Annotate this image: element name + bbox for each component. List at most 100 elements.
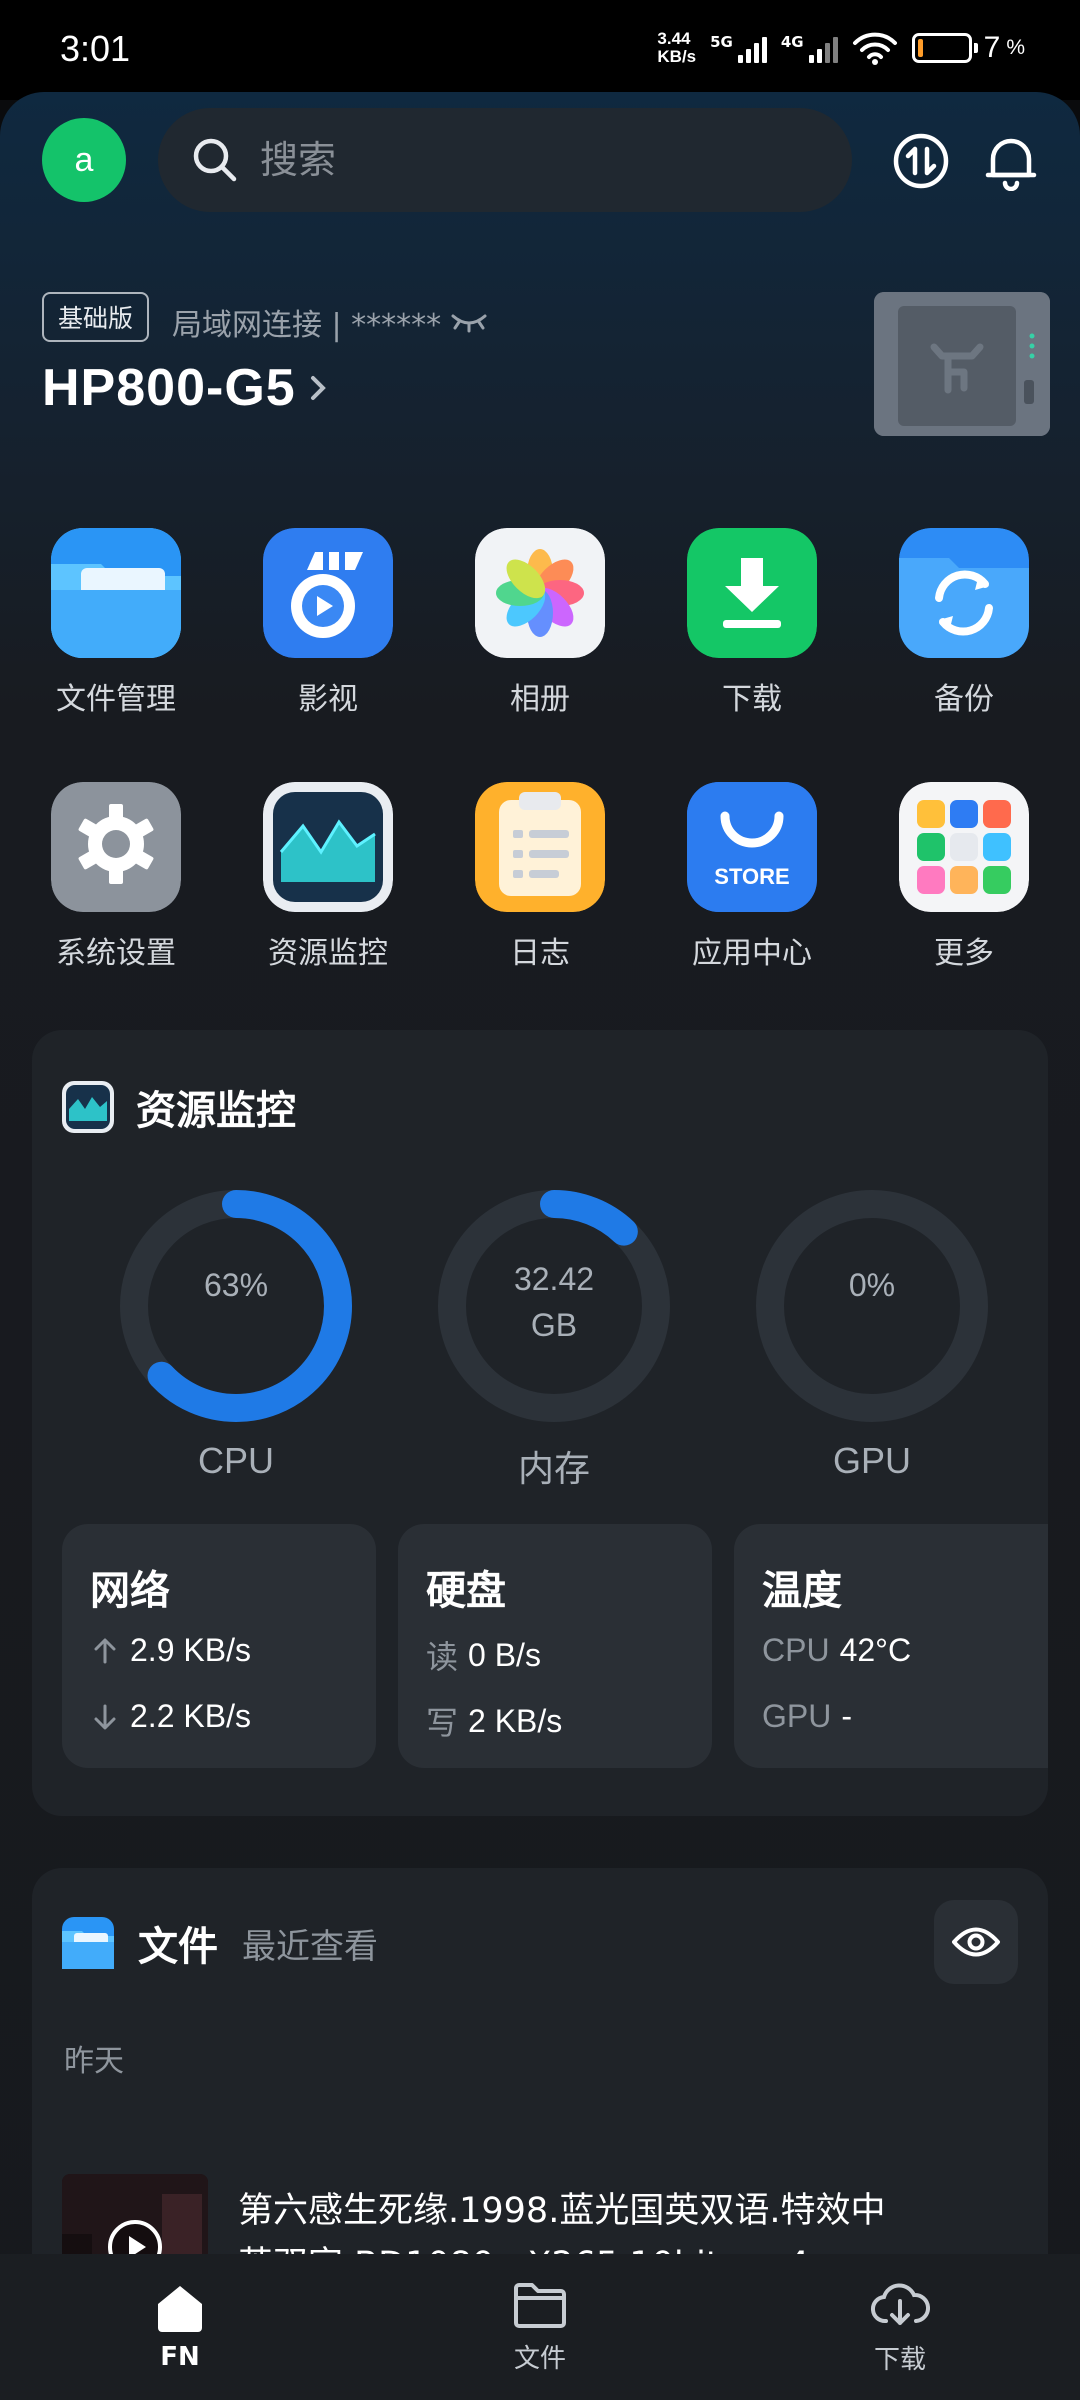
disk-title: 硬盘 bbox=[426, 1568, 506, 1614]
nav-files-label: 文件 bbox=[513, 2343, 566, 2374]
files-subtitle: 最近查看 bbox=[242, 1926, 378, 1967]
temp-cpu-value: 42°C bbox=[839, 1632, 912, 1668]
signal-5g-label: 5G bbox=[710, 33, 733, 51]
disk-read-label: 读 bbox=[426, 1638, 459, 1676]
files-title: 文件 bbox=[138, 1924, 218, 1970]
temp-gpu-label: GPU bbox=[762, 1698, 832, 1734]
network-up-row: 2.9 KB/s bbox=[90, 1632, 251, 1669]
resource-monitor-card[interactable]: 资源监控 63% CPU 32.42 GB 内存 0% GPU 网络 2.9 KB… bbox=[32, 1030, 1048, 1816]
signal-4g-label: 4G bbox=[780, 33, 804, 51]
battery-unit: % bbox=[1006, 36, 1025, 59]
log-icon bbox=[475, 782, 605, 912]
battery-icon bbox=[911, 33, 972, 63]
device-header: 基础版 局域网连接 | ****** HP800-G5 bbox=[42, 292, 1050, 462]
files-group-label: 昨天 bbox=[64, 2044, 124, 2079]
recent-file-name-line1: 第六感生死缘.1998.蓝光国英双语.特效中 bbox=[238, 2191, 886, 2231]
cpu-label: CPU bbox=[197, 1440, 274, 1481]
plan-badge: 基础版 bbox=[42, 292, 150, 342]
memory-value-unit: GB bbox=[530, 1307, 578, 1343]
store-icon: STORE bbox=[687, 782, 817, 912]
monitor-icon bbox=[62, 1081, 114, 1133]
app-label: 应用中心 bbox=[692, 936, 812, 971]
eye-icon bbox=[952, 1927, 1000, 1957]
more-icon bbox=[899, 782, 1029, 912]
disk-read-value: 0 B/s bbox=[468, 1636, 541, 1673]
gauge-cpu: 63% CPU bbox=[106, 1176, 366, 1482]
app-label: 更多 bbox=[934, 936, 994, 971]
disk-write-label: 写 bbox=[426, 1704, 459, 1742]
device-name: HP800-G5 bbox=[42, 359, 296, 417]
film-icon bbox=[263, 528, 393, 658]
search-input[interactable] bbox=[258, 137, 782, 183]
search-icon bbox=[193, 138, 237, 182]
bell-icon[interactable] bbox=[976, 126, 1046, 196]
eye-closed-icon[interactable] bbox=[449, 310, 489, 334]
app-label: 下载 bbox=[722, 682, 782, 717]
nas-device-image bbox=[874, 292, 1050, 436]
memory-value: 32.42 GB bbox=[424, 1256, 684, 1348]
nav-fn[interactable]: FN bbox=[80, 2282, 280, 2372]
monitor-icon bbox=[263, 782, 393, 912]
transfer-icon[interactable] bbox=[886, 126, 956, 196]
net-speed-unit: KB/s bbox=[657, 47, 697, 66]
gear-icon bbox=[51, 782, 181, 912]
arrow-up-icon bbox=[94, 1638, 116, 1663]
memory-value-number: 32.42 bbox=[513, 1261, 595, 1297]
connection-text: 局域网连接 | ****** bbox=[172, 308, 442, 343]
download-icon bbox=[687, 528, 817, 658]
disk-write-value: 2 KB/s bbox=[468, 1702, 563, 1739]
backup-icon bbox=[899, 528, 1029, 658]
status-time: 3:01 bbox=[60, 28, 131, 69]
avatar[interactable]: a bbox=[42, 118, 126, 202]
temperature-stats: 温度 CPU 42°C GPU - bbox=[734, 1524, 1048, 1768]
net-speed: 3.44 KB/s bbox=[657, 30, 696, 66]
memory-label: 内存 bbox=[517, 1448, 590, 1489]
signal-4g-icon: 4G bbox=[781, 33, 838, 63]
wifi-icon bbox=[852, 32, 897, 65]
status-bar: 3:01 3.44 KB/s 5G 4G 7% bbox=[0, 0, 1080, 100]
app-label: 相册 bbox=[510, 682, 570, 717]
disk-read-row: 读 0 B/s bbox=[426, 1632, 541, 1678]
app-system-settings[interactable]: 系统设置 bbox=[30, 782, 202, 972]
gauge-gpu: 0% GPU bbox=[742, 1176, 1002, 1482]
app-download[interactable]: 下载 bbox=[666, 528, 838, 718]
app-label: 系统设置 bbox=[56, 936, 176, 971]
app-more[interactable]: 更多 bbox=[878, 782, 1050, 972]
device-name-link[interactable]: HP800-G5 bbox=[42, 358, 330, 418]
folder-outline-icon bbox=[514, 2282, 566, 2328]
nav-files[interactable]: 文件 bbox=[440, 2280, 640, 2375]
signal-5g-icon: 5G bbox=[710, 33, 767, 63]
top-bar: a bbox=[42, 108, 1038, 212]
app-log[interactable]: 日志 bbox=[454, 782, 626, 972]
chevron-right-icon bbox=[310, 376, 326, 400]
network-up-value: 2.9 KB/s bbox=[130, 1632, 251, 1668]
toggle-visibility-button[interactable] bbox=[934, 1900, 1018, 1984]
app-label: 资源监控 bbox=[268, 936, 388, 971]
home-icon bbox=[158, 2286, 202, 2332]
arrow-down-icon bbox=[94, 1704, 116, 1729]
app-label: 影视 bbox=[298, 682, 358, 717]
temp-cpu-label: CPU bbox=[762, 1632, 830, 1668]
nav-download-label: 下载 bbox=[873, 2344, 926, 2375]
nav-download[interactable]: 下载 bbox=[800, 2279, 1000, 2376]
monitor-card-header: 资源监控 bbox=[62, 1078, 296, 1136]
gpu-label: GPU bbox=[832, 1440, 911, 1481]
cpu-value: 63% bbox=[203, 1267, 269, 1303]
search-bar[interactable] bbox=[158, 108, 852, 212]
app-photos[interactable]: 相册 bbox=[454, 528, 626, 718]
photos-icon bbox=[475, 528, 605, 658]
app-video[interactable]: 影视 bbox=[242, 528, 414, 718]
cloud-download-icon bbox=[871, 2283, 930, 2325]
gauge-memory: 32.42 GB 内存 bbox=[424, 1176, 684, 1492]
temp-cpu-row: CPU 42°C bbox=[762, 1632, 911, 1669]
app-file-manager[interactable]: 文件管理 bbox=[30, 528, 202, 718]
app-backup[interactable]: 备份 bbox=[878, 528, 1050, 718]
app-screen: a 基础版 局域网连接 | ****** bbox=[0, 92, 1080, 2400]
disk-stats: 硬盘 读 0 B/s 写 2 KB/s bbox=[398, 1524, 712, 1768]
app-resource-monitor[interactable]: 资源监控 bbox=[242, 782, 414, 972]
net-speed-value: 3.44 bbox=[657, 29, 691, 48]
bottom-nav: FN 文件 下载 bbox=[0, 2254, 1080, 2400]
monitor-title: 资源监控 bbox=[136, 1088, 296, 1134]
app-store[interactable]: STORE 应用中心 bbox=[666, 782, 838, 972]
temperature-title: 温度 bbox=[762, 1568, 842, 1614]
